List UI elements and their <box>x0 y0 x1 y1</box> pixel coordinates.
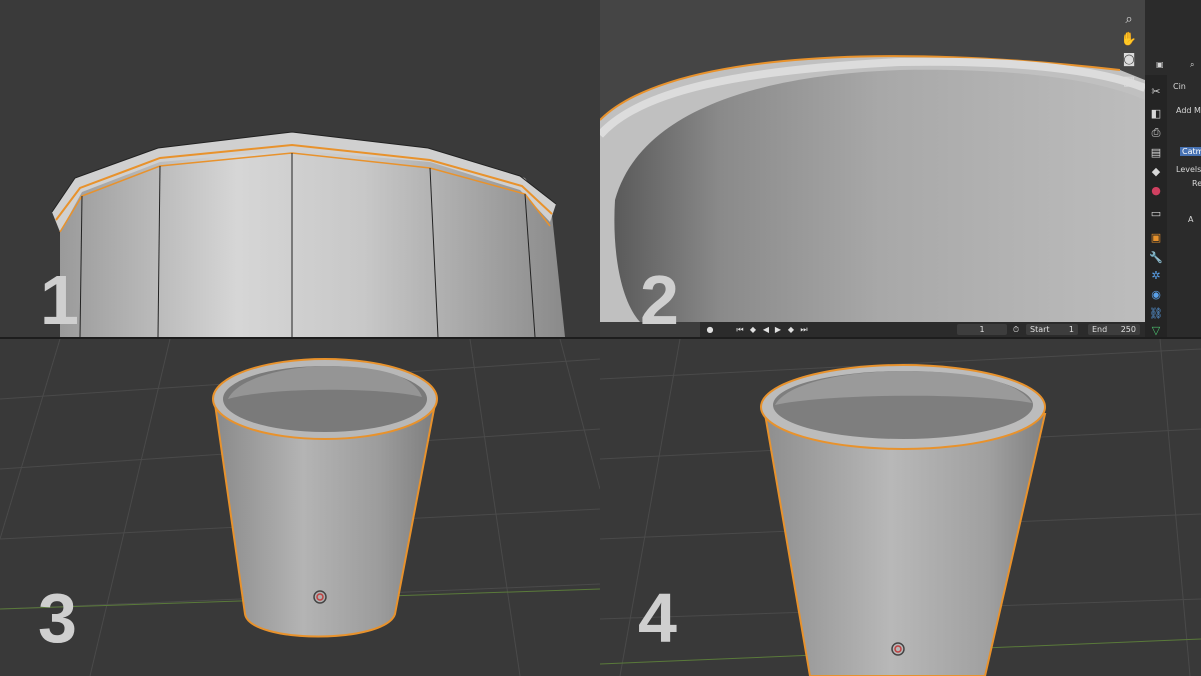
viewport-panel-4[interactable]: 4 <box>600 339 1201 676</box>
subdivision-type-button[interactable]: Catm <box>1180 147 1201 156</box>
current-frame-field[interactable]: 1 <box>957 324 1007 335</box>
viewport-panel-1[interactable]: 1 <box>0 0 600 337</box>
prev-keyframe-icon[interactable]: ◆ <box>747 324 759 335</box>
next-keyframe-icon[interactable]: ◆ <box>785 324 797 335</box>
camera-icon[interactable]: ◙ <box>1120 50 1138 68</box>
pan-hand-icon[interactable]: ✋ <box>1120 30 1138 48</box>
stopwatch-icon[interactable]: ⏱ <box>1010 324 1022 335</box>
jump-end-icon[interactable]: ⏭ <box>799 324 809 335</box>
cup-interior-view <box>600 0 1145 322</box>
start-frame-label: Start <box>1030 325 1050 334</box>
advanced-panel-toggle[interactable]: A <box>1188 215 1201 224</box>
object-icon[interactable]: ▣ <box>1149 230 1163 244</box>
grid-icon[interactable]: ▦ <box>1120 72 1138 90</box>
particles-icon[interactable]: ✲ <box>1149 268 1163 282</box>
levels-label: Levels <box>1176 165 1201 174</box>
step-number-1: 1 <box>40 261 79 337</box>
end-frame-value: 250 <box>1120 325 1136 334</box>
physics-icon[interactable]: ◉ <box>1149 287 1163 301</box>
modifier-wrench-icon[interactable]: 🔧 <box>1149 250 1163 264</box>
zoom-icon[interactable]: ⌕ <box>1120 10 1138 28</box>
end-frame-field[interactable]: End 250 <box>1088 324 1140 335</box>
play-reverse-icon[interactable]: ◀ <box>761 324 771 335</box>
data-icon[interactable]: ▽ <box>1149 323 1163 337</box>
output-icon[interactable]: ⎙ <box>1149 126 1163 140</box>
collection-icon[interactable]: ▭ <box>1149 206 1163 220</box>
search-icon[interactable]: ⌕ <box>1190 60 1201 70</box>
keyframe-record-icon[interactable]: ● <box>705 324 715 335</box>
viewport-panel-3[interactable]: 3 <box>0 339 600 676</box>
step-number-2: 2 <box>640 261 679 337</box>
full-cup-view <box>0 339 600 676</box>
viewport-panel-2[interactable]: ⌕ ✋ ◙ ▦ ▣ ⌕ Cin Add Mo Catm Levels Re A … <box>600 0 1201 337</box>
world-icon[interactable]: ● <box>1149 183 1163 197</box>
cup-thickened-view <box>600 339 1201 676</box>
add-modifier-button[interactable]: Add Mo <box>1176 106 1201 115</box>
play-icon[interactable]: ▶ <box>773 324 783 335</box>
render-icon[interactable]: ◧ <box>1149 106 1163 120</box>
constraints-icon[interactable]: ⛓ <box>1149 306 1163 320</box>
step-number-3: 3 <box>38 579 77 657</box>
view-mode-icon[interactable]: ▣ <box>1156 60 1172 69</box>
start-frame-value: 1 <box>1068 325 1074 334</box>
start-frame-field[interactable]: Start 1 <box>1026 324 1078 335</box>
tool-icon[interactable]: ✂ <box>1149 84 1163 98</box>
scene-icon[interactable]: ◆ <box>1149 164 1163 178</box>
render-levels-label: Re <box>1192 179 1201 188</box>
cup-rim-wireframe <box>51 131 565 337</box>
end-frame-label: End <box>1092 325 1108 334</box>
step-number-4: 4 <box>638 579 677 657</box>
jump-start-icon[interactable]: ⏮ <box>735 324 745 335</box>
view-layer-icon[interactable]: ▤ <box>1149 145 1163 159</box>
object-name-field[interactable]: Cin <box>1173 82 1201 91</box>
